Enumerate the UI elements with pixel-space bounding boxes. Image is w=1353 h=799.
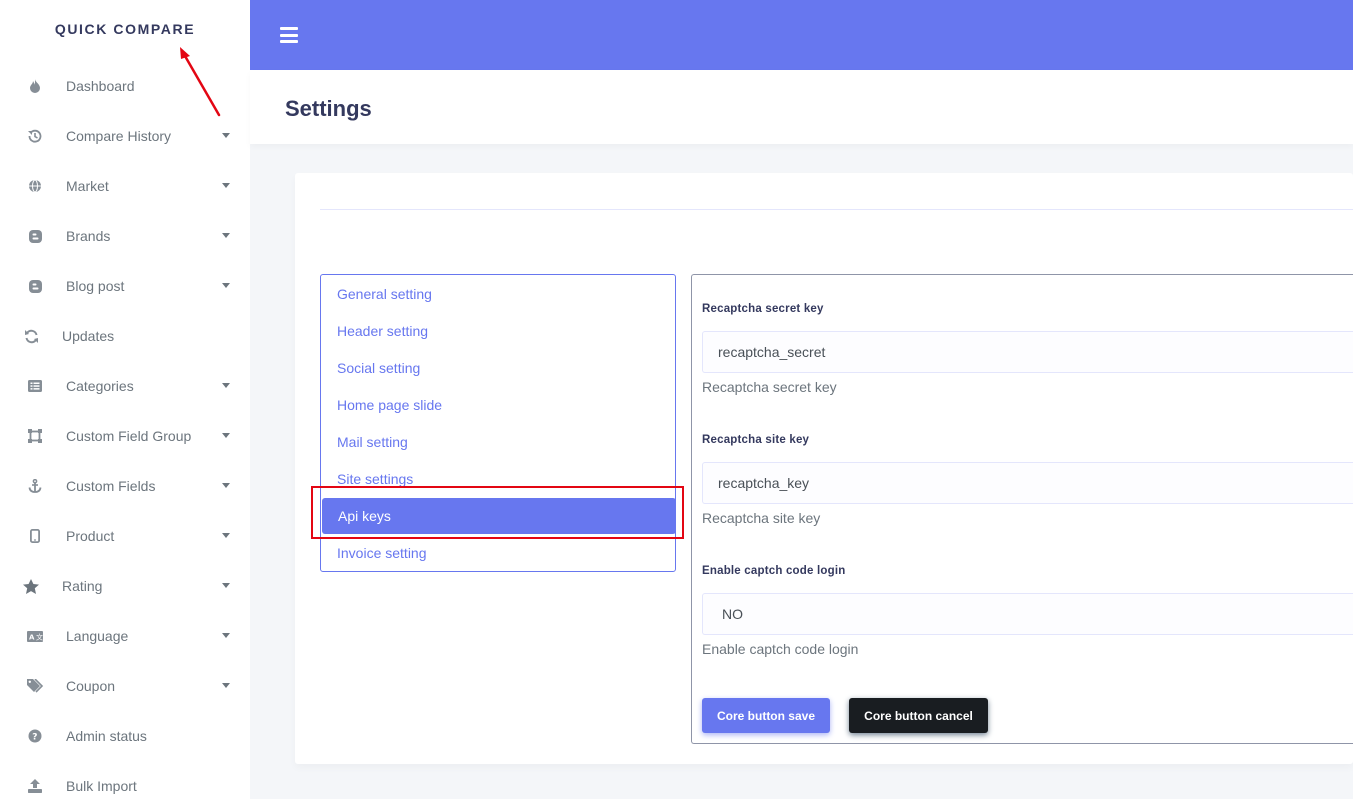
list-alt-icon: [26, 378, 44, 394]
recaptcha-secret-help: Recaptcha secret key: [702, 379, 837, 395]
caret-down-icon: [222, 383, 230, 388]
svg-text:文: 文: [36, 632, 43, 641]
sidebar-item-updates[interactable]: Updates: [0, 311, 250, 361]
sidebar-item-label: Language: [66, 628, 129, 644]
settings-nav-api-keys[interactable]: Api keys: [322, 498, 676, 534]
question-circle-icon: ?: [26, 728, 44, 744]
blogger-icon: [26, 278, 44, 294]
sync-icon: [22, 328, 40, 344]
captcha-login-label: Enable captch code login: [702, 565, 846, 577]
captcha-login-select[interactable]: NO: [702, 593, 1353, 635]
settings-nav-general[interactable]: General setting: [337, 286, 432, 302]
top-navbar: [250, 0, 1353, 70]
api-keys-form: Recaptcha secret key Recaptcha secret ke…: [691, 274, 1353, 744]
sidebar-item-market[interactable]: Market: [0, 161, 250, 211]
recaptcha-secret-label: Recaptcha secret key: [702, 303, 824, 315]
menu-toggle-icon[interactable]: [280, 27, 298, 43]
vector-square-icon: [26, 428, 44, 444]
sidebar-item-label: Dashboard: [66, 78, 135, 94]
sidebar-item-rating[interactable]: Rating: [0, 561, 250, 611]
sidebar-item-label: Admin status: [66, 728, 147, 744]
caret-down-icon: [222, 533, 230, 538]
settings-nav-social[interactable]: Social setting: [337, 360, 420, 376]
sidebar-item-coupon[interactable]: Coupon: [0, 661, 250, 711]
settings-nav-site[interactable]: Site settings: [337, 471, 413, 487]
sidebar-item-label: Market: [66, 178, 109, 194]
sidebar-item-label: Custom Fields: [66, 478, 156, 494]
sidebar-item-brands[interactable]: Brands: [0, 211, 250, 261]
sidebar-item-label: Compare History: [66, 128, 172, 144]
caret-down-icon: [222, 183, 230, 188]
sidebar-item-blog-post[interactable]: Blog post: [0, 261, 250, 311]
settings-card: General setting Header setting Social se…: [295, 173, 1353, 764]
sidebar-item-compare-history[interactable]: Compare History: [0, 111, 250, 161]
sidebar-item-label: Updates: [62, 328, 115, 344]
sidebar-item-label: Product: [66, 528, 115, 544]
upload-icon: [26, 778, 44, 794]
settings-nav-invoice[interactable]: Invoice setting: [337, 545, 427, 561]
sidebar-item-language[interactable]: A文 Language: [0, 611, 250, 661]
page-title: Settings: [285, 96, 372, 121]
globe-icon: [26, 178, 44, 194]
sidebar-item-label: Coupon: [66, 678, 116, 694]
sidebar-item-label: Bulk Import: [66, 778, 137, 794]
fire-icon: [26, 78, 44, 94]
sidebar-item-product[interactable]: Product: [0, 511, 250, 561]
svg-text:A: A: [29, 633, 35, 641]
sidebar-item-categories[interactable]: Categories: [0, 361, 250, 411]
sidebar-item-dashboard[interactable]: Dashboard: [0, 61, 250, 111]
settings-nav-header[interactable]: Header setting: [337, 323, 428, 339]
anchor-icon: [26, 478, 44, 494]
recaptcha-site-input[interactable]: [702, 462, 1353, 504]
settings-nav-mail[interactable]: Mail setting: [337, 434, 408, 450]
sidebar-item-label: Rating: [62, 578, 103, 594]
caret-down-icon: [222, 283, 230, 288]
sidebar: QUICK COMPARE Dashboard Compare History …: [0, 0, 250, 799]
sidebar-item-label: Categories: [66, 378, 134, 394]
card-divider: [320, 209, 1353, 210]
caret-down-icon: [222, 233, 230, 238]
section-header: Settings: [250, 70, 1353, 144]
caret-down-icon: [222, 483, 230, 488]
recaptcha-secret-input[interactable]: [702, 331, 1353, 373]
sidebar-item-admin-status[interactable]: ? Admin status: [0, 711, 250, 761]
svg-text:?: ?: [32, 733, 37, 743]
sidebar-item-label: Custom Field Group: [66, 428, 192, 444]
save-button[interactable]: Core button save: [702, 698, 830, 733]
caret-down-icon: [222, 683, 230, 688]
sidebar-item-custom-field-group[interactable]: Custom Field Group: [0, 411, 250, 461]
cancel-button[interactable]: Core button cancel: [849, 698, 988, 733]
settings-nav: General setting Header setting Social se…: [320, 274, 676, 572]
sidebar-item-custom-fields[interactable]: Custom Fields: [0, 461, 250, 511]
blogger-icon: [26, 228, 44, 244]
language-icon: A文: [26, 628, 44, 644]
sidebar-menu: Dashboard Compare History Market Brands: [0, 61, 250, 799]
settings-nav-label: Api keys: [338, 508, 391, 524]
history-icon: [26, 128, 44, 144]
mobile-icon: [26, 528, 44, 544]
tags-icon: [26, 678, 44, 694]
recaptcha-site-label: Recaptcha site key: [702, 434, 810, 446]
caret-down-icon: [222, 583, 230, 588]
sidebar-item-bulk-import[interactable]: Bulk Import: [0, 761, 250, 799]
sidebar-item-label: Blog post: [66, 278, 125, 294]
captcha-login-help: Enable captch code login: [702, 641, 859, 657]
caret-down-icon: [222, 433, 230, 438]
sidebar-item-label: Brands: [66, 228, 111, 244]
caret-down-icon: [222, 633, 230, 638]
settings-nav-home-slide[interactable]: Home page slide: [337, 397, 442, 413]
star-icon: [22, 578, 40, 594]
recaptcha-site-help: Recaptcha site key: [702, 510, 821, 526]
caret-down-icon: [222, 133, 230, 138]
